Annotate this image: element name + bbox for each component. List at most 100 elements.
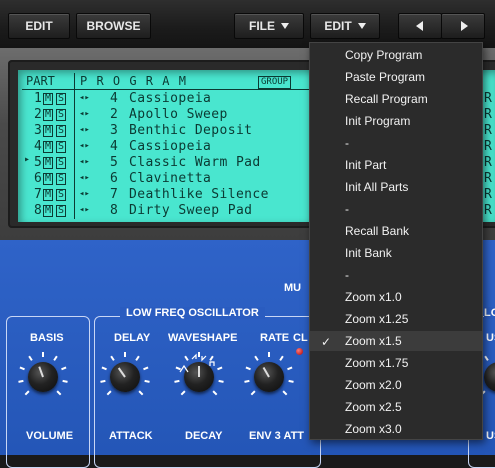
- rate-knob[interactable]: [244, 352, 294, 402]
- menu-item-label: Init Part: [345, 158, 387, 172]
- edit-button[interactable]: EDIT: [8, 13, 70, 39]
- menu-item-label: -: [345, 268, 349, 282]
- file-menu-label: FILE: [249, 19, 275, 33]
- menu-item-label: Recall Bank: [345, 224, 410, 238]
- program-number: 5: [110, 155, 118, 170]
- row-edge-glyph: R: [484, 203, 492, 218]
- solo-toggle[interactable]: S: [56, 125, 67, 137]
- next-button[interactable]: [441, 13, 485, 39]
- menu-item-label: Init Program: [345, 114, 411, 128]
- menu-item-recall-program[interactable]: Recall Program: [310, 89, 482, 109]
- menu-item-label: Paste Program: [345, 70, 426, 84]
- delay-label: DELAY: [114, 332, 151, 344]
- knob-cap: [484, 362, 495, 392]
- knob-tick: [484, 355, 489, 361]
- part-number: 7: [34, 187, 42, 202]
- rate-led: [296, 348, 303, 355]
- file-menu-button[interactable]: FILE: [234, 13, 304, 39]
- knob-tick: [143, 366, 149, 371]
- menu-item-init-program[interactable]: Init Program: [310, 111, 482, 131]
- menu-separator: -: [310, 265, 482, 285]
- waveshape-knob[interactable]: [174, 352, 224, 402]
- program-arrows-icon[interactable]: ◂▸: [79, 141, 90, 151]
- env3-attack-label: ENV 3 ATT: [249, 430, 305, 442]
- decay-label: DECAY: [185, 430, 223, 442]
- program-arrows-icon[interactable]: ◂▸: [79, 109, 90, 119]
- program-arrows-icon[interactable]: ◂▸: [79, 189, 90, 199]
- delay-knob[interactable]: [100, 352, 150, 402]
- program-arrows-icon[interactable]: ◂▸: [79, 93, 90, 103]
- chevron-down-icon: [281, 23, 289, 29]
- solo-toggle[interactable]: S: [56, 157, 67, 169]
- mute-toggle[interactable]: M: [43, 157, 54, 169]
- menu-item-zoom-x1-0[interactable]: Zoom x1.0: [310, 287, 482, 307]
- menu-item-label: Zoom x1.0: [345, 290, 402, 304]
- menu-item-recall-bank[interactable]: Recall Bank: [310, 221, 482, 241]
- mute-toggle[interactable]: M: [43, 109, 54, 121]
- knob-tick: [244, 379, 250, 383]
- part-number: 5: [34, 155, 42, 170]
- mute-toggle[interactable]: M: [43, 173, 54, 185]
- volume-label: VOLUME: [26, 430, 74, 442]
- knob-tick: [19, 366, 25, 371]
- knob-tick: [287, 366, 293, 371]
- menu-item-paste-program[interactable]: Paste Program: [310, 67, 482, 87]
- edit-dropdown-menu: Copy Program Paste Program Recall Program I…: [309, 42, 483, 440]
- knob-cap: [254, 362, 284, 392]
- program-name: Apollo Sweep: [129, 107, 228, 122]
- program-arrows-icon[interactable]: ◂▸: [79, 157, 90, 167]
- solo-toggle[interactable]: S: [56, 93, 67, 105]
- solo-toggle[interactable]: S: [56, 109, 67, 121]
- program-arrows-icon[interactable]: ◂▸: [79, 173, 90, 183]
- solo-toggle[interactable]: S: [56, 141, 67, 153]
- menu-item-label: Init All Parts: [345, 180, 409, 194]
- menu-item-zoom-x1-5[interactable]: ✓ Zoom x1.5: [310, 331, 482, 351]
- browse-button[interactable]: BROWSE: [76, 13, 151, 39]
- program-arrows-icon[interactable]: ◂▸: [79, 205, 90, 215]
- knob-tick: [279, 355, 284, 361]
- mute-toggle[interactable]: M: [43, 205, 54, 217]
- program-number: 4: [110, 91, 118, 106]
- menu-item-zoom-x1-75[interactable]: Zoom x1.75: [310, 353, 482, 373]
- lfo-section-title: LOW FREQ OSCILLATOR: [120, 307, 265, 319]
- program-arrows-icon[interactable]: ◂▸: [79, 125, 90, 135]
- knob-tick: [110, 355, 115, 361]
- attack-label: ATTACK: [109, 430, 153, 442]
- menu-item-zoom-x2-5[interactable]: Zoom x2.5: [310, 397, 482, 417]
- knob-pointer: [262, 366, 270, 378]
- arrow-right-icon: [461, 21, 468, 31]
- menu-separator: -: [310, 199, 482, 219]
- program-name: Clavinetta: [129, 171, 212, 186]
- menu-item-init-all-parts[interactable]: Init All Parts: [310, 177, 482, 197]
- solo-toggle[interactable]: S: [56, 173, 67, 185]
- program-header: P R O G R A M: [80, 74, 187, 88]
- mute-toggle[interactable]: M: [43, 93, 54, 105]
- solo-toggle[interactable]: S: [56, 205, 67, 217]
- knob-tick: [268, 352, 270, 357]
- knob-tick: [124, 352, 126, 357]
- row-edge-glyph: R: [484, 171, 492, 186]
- row-edge-glyph: R: [484, 91, 492, 106]
- row-edge-glyph: R: [484, 187, 492, 202]
- menu-item-zoom-x3-0[interactable]: Zoom x3.0: [310, 419, 482, 439]
- basis-knob[interactable]: [18, 352, 68, 402]
- mute-toggle[interactable]: M: [43, 141, 54, 153]
- menu-item-init-bank[interactable]: Init Bank: [310, 243, 482, 263]
- selected-indicator-icon: ▸: [24, 154, 31, 165]
- menu-item-copy-program[interactable]: Copy Program: [310, 45, 482, 65]
- knob-tick: [18, 379, 24, 383]
- chevron-down-icon: [357, 23, 366, 29]
- menu-item-zoom-x2-0[interactable]: Zoom x2.0: [310, 375, 482, 395]
- solo-toggle[interactable]: S: [56, 189, 67, 201]
- menu-item-label: Init Bank: [345, 246, 392, 260]
- mute-toggle[interactable]: M: [43, 189, 54, 201]
- previous-button[interactable]: [398, 13, 442, 39]
- knob-tick: [250, 390, 256, 396]
- mute-toggle[interactable]: M: [43, 125, 54, 137]
- lo-label: LO: [484, 307, 495, 319]
- menu-item-zoom-x1-25[interactable]: Zoom x1.25: [310, 309, 482, 329]
- edit-menu-button[interactable]: EDIT: [310, 13, 380, 39]
- menu-item-init-part[interactable]: Init Part: [310, 155, 482, 175]
- group-button[interactable]: GROUP: [258, 76, 292, 89]
- program-number: 2: [110, 107, 118, 122]
